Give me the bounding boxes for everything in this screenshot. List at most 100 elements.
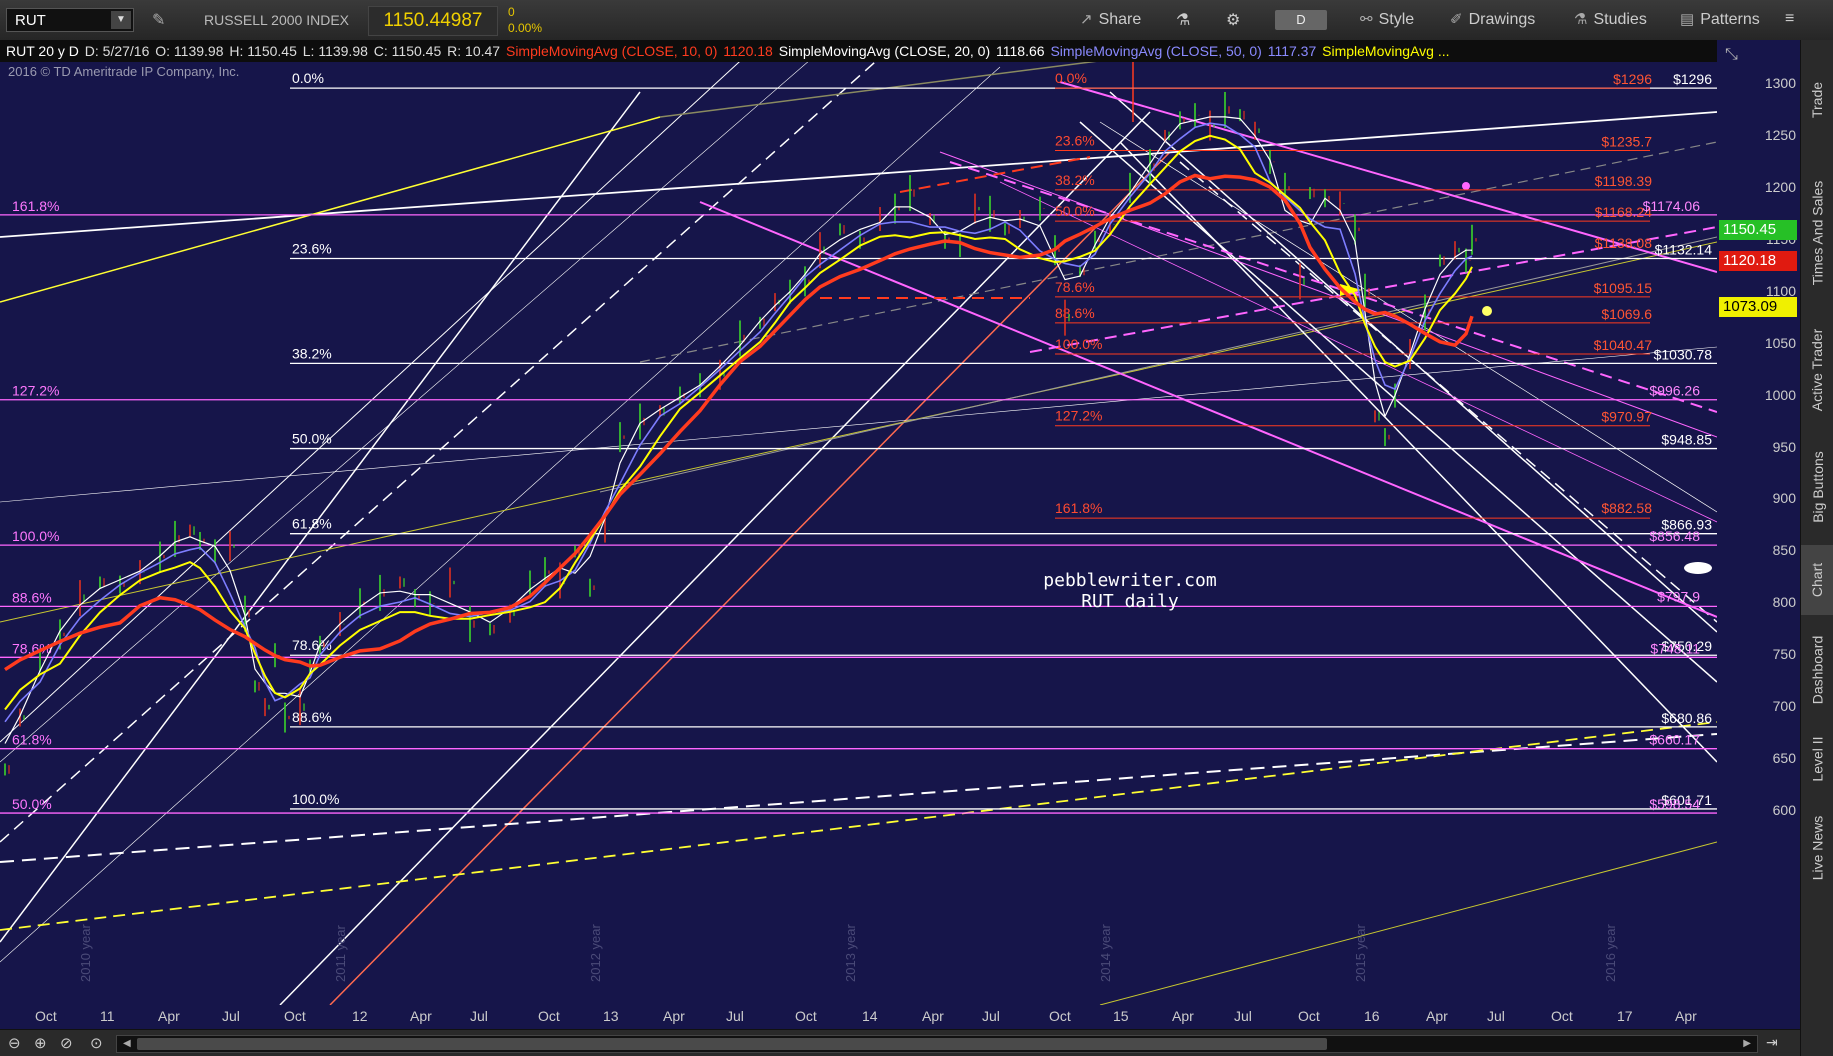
time-label: Jul <box>470 1008 488 1024</box>
tab-active-trader[interactable]: Active Trader <box>1801 310 1833 430</box>
price-level-label: $1069.6 <box>1601 306 1652 322</box>
time-label: Apr <box>410 1008 432 1024</box>
price-level-label: $1296 <box>1613 71 1652 87</box>
price-tick: 950 <box>1772 438 1796 455</box>
fib-label-red: 88.6% <box>1055 305 1095 321</box>
price-level-label: $680.86 <box>1661 710 1712 726</box>
sma10-value: 1120.18 <box>723 43 773 59</box>
fib-label-red: 38.2% <box>1055 172 1095 188</box>
time-label: Oct <box>35 1008 57 1024</box>
share-button[interactable]: ↗ Share <box>1080 10 1141 29</box>
fib-label-red: 0.0% <box>1055 70 1087 86</box>
zoom-out-icon[interactable]: ⊖ <box>8 1034 21 1052</box>
fib-label-pink: 88.6% <box>12 589 52 605</box>
tab-level-ii[interactable]: Level II <box>1801 724 1833 794</box>
fib-label-white: 23.6% <box>292 240 332 256</box>
tab-big-buttons[interactable]: Big Buttons <box>1801 432 1833 542</box>
year-marker: 2011 year <box>333 924 348 982</box>
sma10-label: SimpleMovingAvg (CLOSE, 10, 0) <box>505 43 718 59</box>
moving-averages <box>4 116 1474 744</box>
fib-label-pink: 100.0% <box>12 528 59 544</box>
time-axis[interactable]: Oct 11 Apr Jul Oct 12 Apr Jul Oct 13 Apr Jul Oct 14 Ap… <box>0 1005 1717 1029</box>
time-label: Oct <box>1049 1008 1071 1024</box>
fib-label-pink: 127.2% <box>12 383 59 399</box>
time-label: 13 <box>603 1008 619 1024</box>
scroll-thumb[interactable] <box>137 1038 1327 1050</box>
menu-icon[interactable]: ≡ <box>1785 10 1794 28</box>
fib-label-pink: 50.0% <box>12 796 52 812</box>
scroll-left-icon[interactable]: ◀ <box>123 1038 131 1049</box>
price-level-label: $1095.15 <box>1594 280 1653 296</box>
drawings-button[interactable]: ✐ Drawings <box>1450 10 1535 29</box>
tab-live-news[interactable]: Live News <box>1801 798 1833 898</box>
year-marker: 2015 year <box>1353 924 1368 982</box>
price-tick: 800 <box>1772 594 1796 611</box>
fib-label-white: 38.2% <box>292 345 332 361</box>
studies-button[interactable]: ⚗ Studies <box>1574 10 1647 29</box>
tab-trade[interactable]: Trade <box>1801 50 1833 150</box>
chevron-down-icon[interactable]: ▼ <box>111 11 131 29</box>
fib-label-white: 100.0% <box>292 791 339 807</box>
expand-icon[interactable]: ⤡ <box>1725 46 1738 64</box>
price-level-label: $856.48 <box>1649 528 1700 544</box>
price-level-label: $1174.06 <box>1643 198 1701 214</box>
pencil-icon[interactable]: ✎ <box>152 10 165 30</box>
watermark-caption: RUT daily <box>1081 591 1179 612</box>
price-tick: 900 <box>1772 490 1796 507</box>
fib-label-white: 61.8% <box>292 516 332 532</box>
price-level-label: $598.54 <box>1649 796 1700 812</box>
symbol-selector[interactable]: RUT ▼ <box>6 8 134 32</box>
price-level-label: $1040.47 <box>1594 337 1653 353</box>
patterns-icon: ▤ <box>1680 11 1695 28</box>
tab-times-and-sales[interactable]: Times And Sales <box>1801 158 1833 308</box>
sma50-label: SimpleMovingAvg (CLOSE, 50, 0) <box>1050 43 1262 59</box>
studies-icon: ⚗ <box>1574 11 1588 28</box>
tab-dashboard[interactable]: Dashboard <box>1801 620 1833 720</box>
price-bars <box>4 91 1477 776</box>
symbol-text: RUT <box>15 12 46 29</box>
net-change: 0 <box>508 5 515 19</box>
price-chart[interactable]: 161.8% 127.2% 100.0% 88.6% 78.6% 61.8% 50.0% 0.… <box>0 62 1717 1005</box>
scroll-right-icon[interactable]: ▶ <box>1743 1038 1751 1049</box>
last-price-badge: 1150.45 <box>1719 220 1797 240</box>
price-level-label: $1138.08 <box>1595 235 1653 251</box>
price-level-label: $970.97 <box>1601 409 1652 425</box>
fib-label-red: 127.2% <box>1055 408 1102 424</box>
scroll-end-icon[interactable]: ⇥ <box>1766 1034 1778 1051</box>
time-label: Oct <box>795 1008 817 1024</box>
zoom-fit-icon[interactable]: ⊙ <box>90 1034 103 1052</box>
bar-high: H: 1150.45 <box>229 43 297 59</box>
time-label: Apr <box>158 1008 180 1024</box>
fib-label-red: 23.6% <box>1055 132 1095 148</box>
price-level-label: $1235.7 <box>1601 133 1652 149</box>
sma200-label: SimpleMovingAvg ... <box>1322 43 1450 59</box>
gear-icon[interactable]: ⚙ <box>1226 10 1240 30</box>
zoom-reset-icon[interactable]: ⊘ <box>60 1034 73 1052</box>
time-label: Jul <box>1487 1008 1505 1024</box>
fib-label-red: 161.8% <box>1055 500 1102 516</box>
chart-spec: RUT 20 y D <box>6 43 79 59</box>
pct-change: 0.00% <box>508 21 543 35</box>
zoom-in-icon[interactable]: ⊕ <box>34 1034 47 1052</box>
price-level-label: $948.85 <box>1661 432 1712 448</box>
style-icon: ⚯ <box>1360 11 1373 28</box>
price-tick: 600 <box>1772 802 1796 818</box>
time-label: Apr <box>663 1008 685 1024</box>
year-marker: 2016 year <box>1603 924 1618 982</box>
style-button[interactable]: ⚯ Style <box>1360 10 1414 29</box>
time-label: 14 <box>862 1008 878 1024</box>
patterns-button[interactable]: ▤ Patterns <box>1680 10 1760 29</box>
fib-label-red: 50.0% <box>1055 203 1095 219</box>
price-axis[interactable]: ⤡ 13001250120011501100105010009509008508… <box>1717 40 1800 1029</box>
time-scrollbar[interactable]: ◀ ▶ <box>116 1035 1758 1053</box>
tab-chart[interactable]: Chart <box>1801 545 1833 615</box>
chart-canvas[interactable]: 161.8% 127.2% 100.0% 88.6% 78.6% 61.8% 50.0% 0.… <box>0 62 1717 1005</box>
timeframe-button[interactable]: D <box>1275 10 1327 30</box>
time-label: Oct <box>1551 1008 1573 1024</box>
fib-label-red: 78.6% <box>1055 279 1095 295</box>
bottom-controls: ⊖ ⊕ ⊘ ⊙ ◀ ▶ ⇥ <box>0 1029 1800 1056</box>
flask-icon[interactable]: ⚗ <box>1176 10 1190 30</box>
year-marker: 2013 year <box>843 924 858 982</box>
time-label: Jul <box>982 1008 1000 1024</box>
sma200-line <box>4 173 1474 672</box>
